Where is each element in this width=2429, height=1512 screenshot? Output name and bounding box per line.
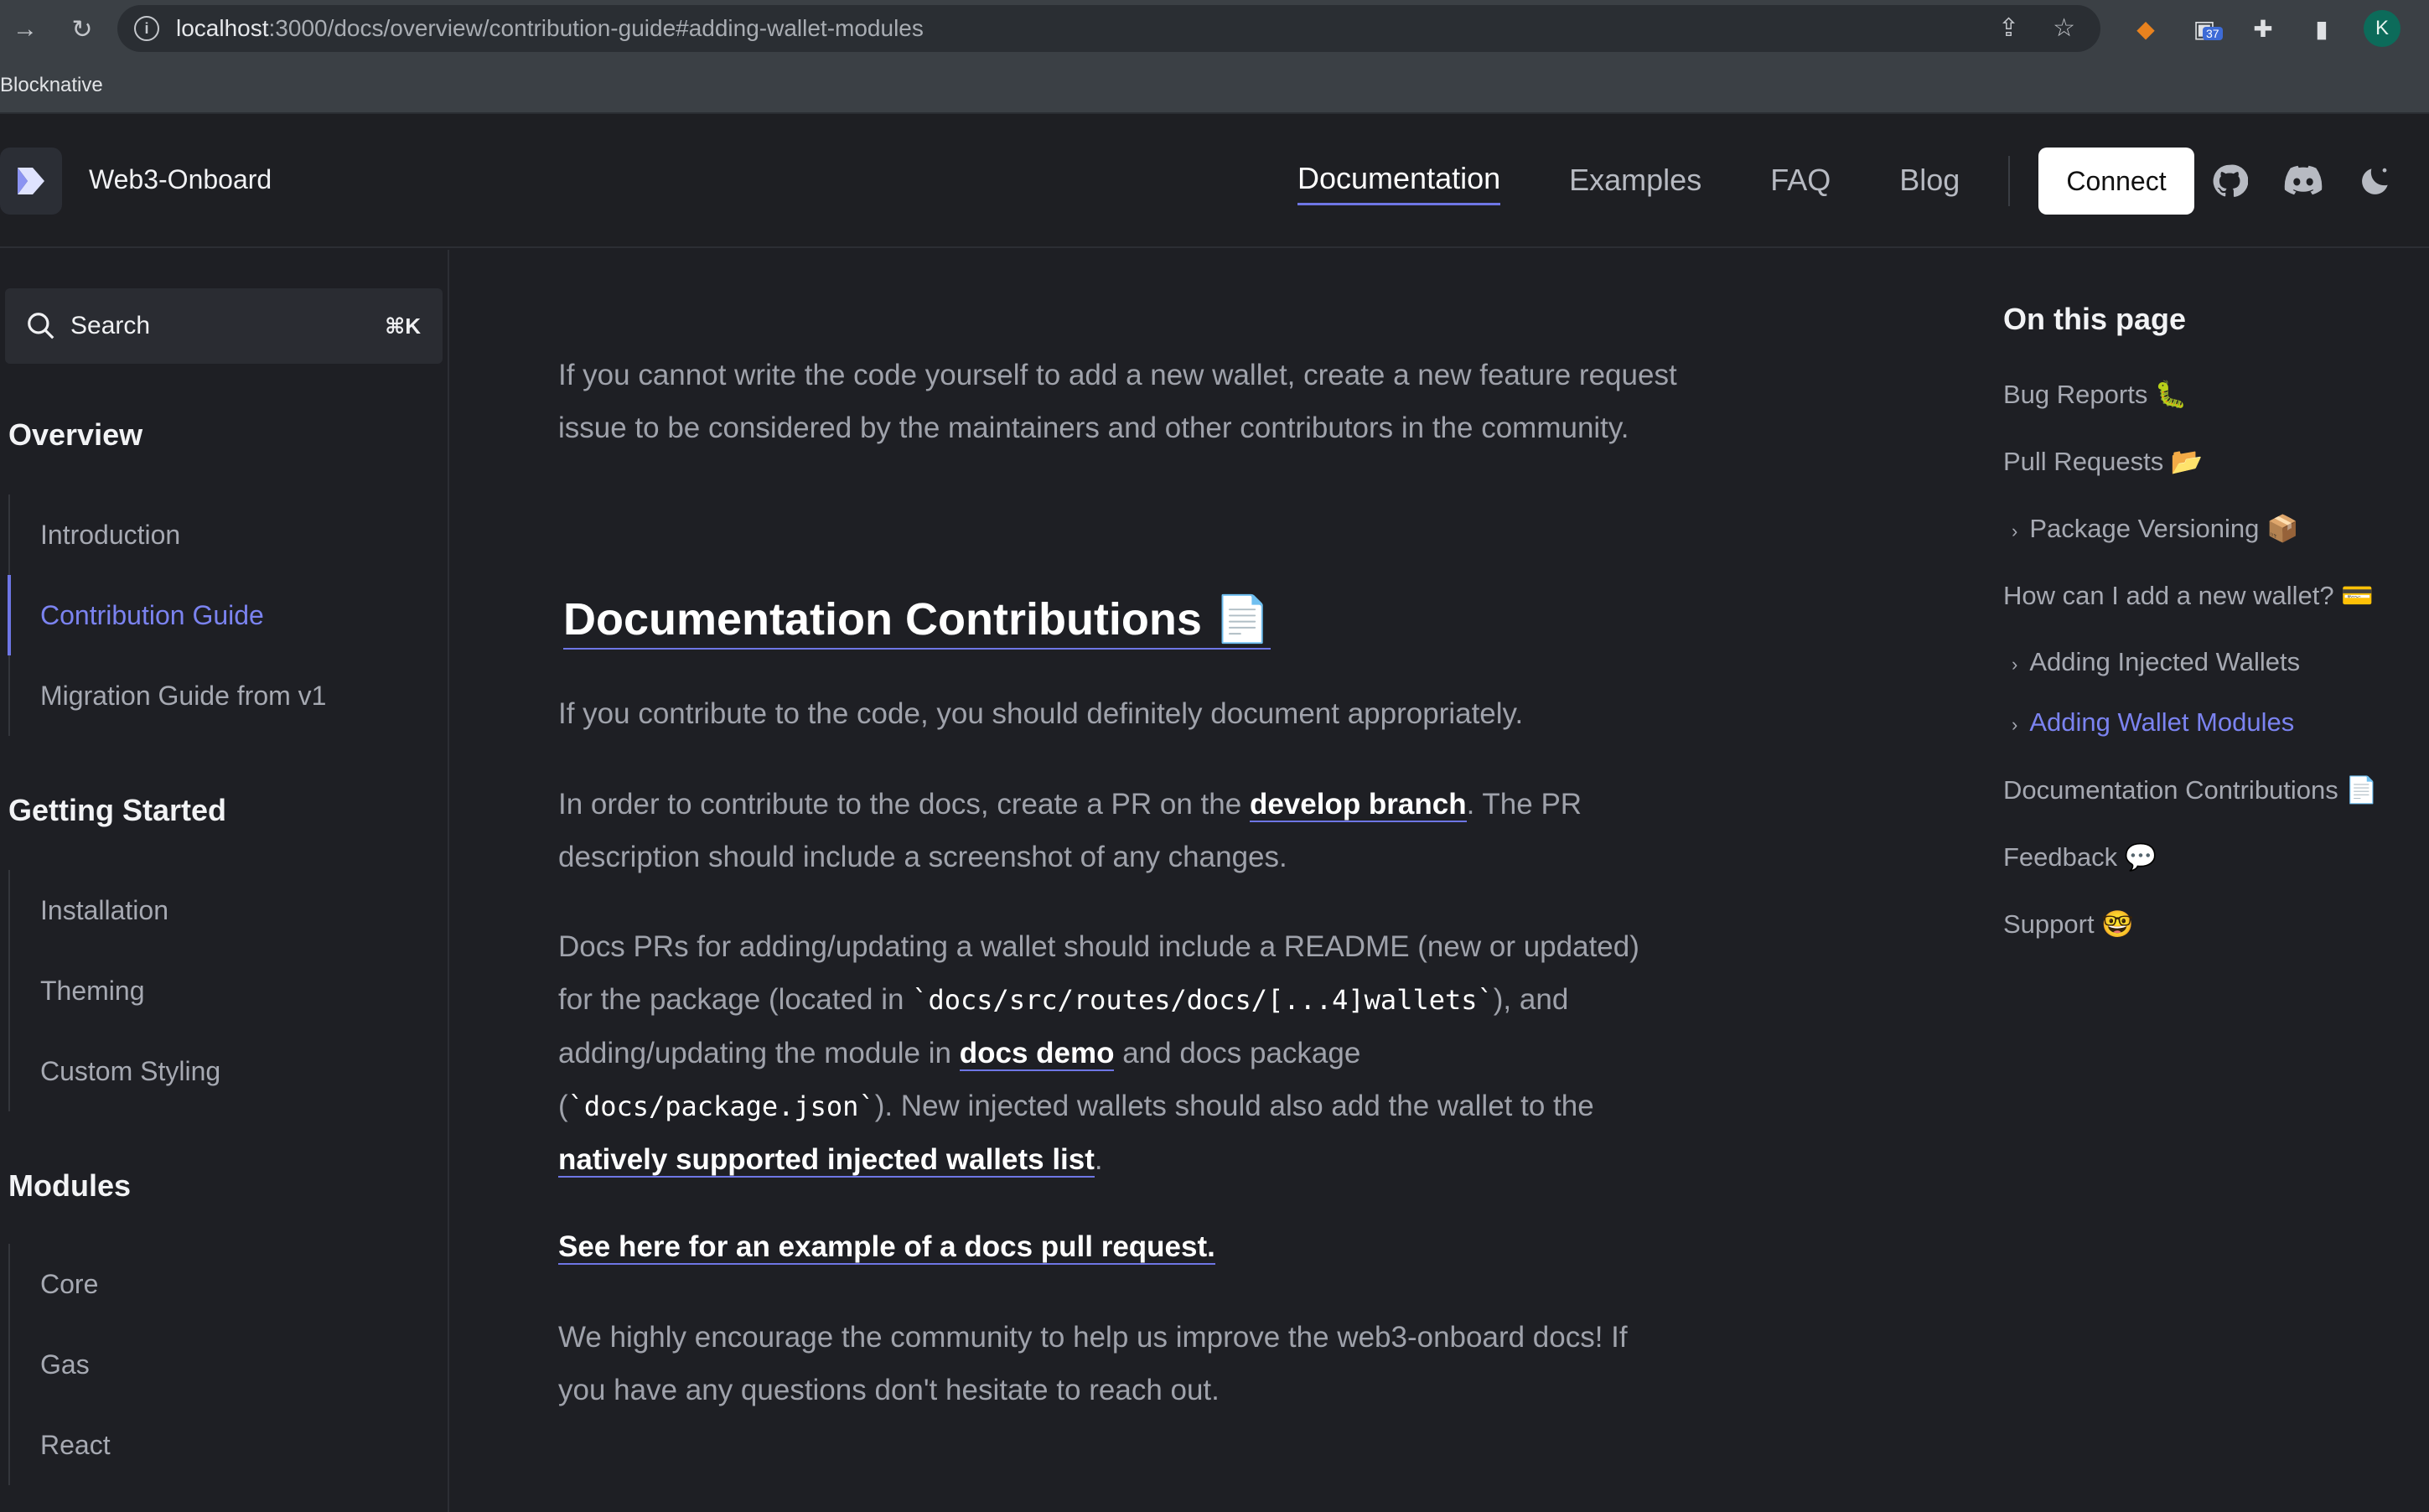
toc-item-pull-requests[interactable]: Pull Requests 📂 [2003, 446, 2203, 477]
sidebar-item-introduction[interactable]: Introduction [10, 495, 326, 575]
example-docs-pr-link[interactable]: See here for an example of a docs pull r… [558, 1230, 1215, 1265]
search-button[interactable]: Search ⌘K [5, 288, 443, 364]
toc-item-label: Package Versioning 📦 [2029, 514, 2299, 543]
site-info-icon[interactable]: i [134, 16, 159, 41]
table-of-contents: On this page Bug Reports 🐛 Pull Requests… [2003, 302, 2414, 939]
bookmark-blocknative[interactable]: Blocknative [0, 74, 103, 97]
url-host: localhost [176, 15, 269, 41]
main-nav: Documentation Examples FAQ Blog [1297, 161, 1960, 205]
chevron-right-icon: › [2012, 520, 2018, 541]
url-path: :3000/docs/overview/contribution-guide#a… [268, 15, 924, 41]
section-getting-started-title: Getting Started [8, 793, 227, 827]
nav-divider [2008, 156, 2010, 206]
share-icon[interactable]: ⇪ [1998, 13, 2019, 43]
chevron-right-icon: › [2012, 714, 2018, 735]
sidebar-item-contribution-guide[interactable]: Contribution Guide [8, 575, 326, 655]
extension-icon[interactable]: ▣37 [2188, 12, 2223, 45]
toc-item-feedback[interactable]: Feedback 💬 [2003, 841, 2157, 873]
puzzle-extensions-icon[interactable]: ✚ [2246, 12, 2280, 45]
sidebar-item-react[interactable]: React [10, 1405, 111, 1485]
nav-documentation[interactable]: Documentation [1297, 161, 1501, 205]
chevron-right-icon: › [2012, 654, 2018, 675]
toc-item-support[interactable]: Support 🤓 [2003, 909, 2134, 940]
paragraph-docs-prs: Docs PRs for adding/updating a wallet sh… [558, 920, 1681, 1186]
sidebar-item-custom-styling[interactable]: Custom Styling [10, 1031, 220, 1111]
toc-item-package-versioning[interactable]: › Package Versioning 📦 [2012, 513, 2299, 544]
bookmarks-bar: Blocknative [0, 59, 2429, 114]
paragraph-new-wallet-request: If you cannot write the code yourself to… [558, 359, 1677, 444]
toc-item-adding-wallet-modules[interactable]: › Adding Wallet Modules [2012, 707, 2294, 738]
nav-faq[interactable]: FAQ [1770, 163, 1831, 205]
toc-item-add-new-wallet[interactable]: How can I add a new wallet? 💳 [2003, 580, 2374, 611]
docs-wallets-path-code: `docs/src/routes/docs/[...4]wallets` [912, 984, 1494, 1016]
section-modules-title: Modules [8, 1168, 132, 1203]
forward-icon[interactable]: → [8, 13, 42, 46]
bookmark-star-icon[interactable]: ☆ [2053, 13, 2075, 43]
p4-text-d: ). New injected wallets should also add … [874, 1090, 1594, 1122]
nav-blog[interactable]: Blog [1899, 163, 1960, 205]
injected-wallets-list-link[interactable]: natively supported injected wallets list [558, 1143, 1095, 1178]
toc-title: On this page [2003, 302, 2187, 336]
metamask-extension-icon[interactable]: ◆ [2129, 12, 2162, 45]
paragraph-encourage-community: We highly encourage the community to hel… [558, 1321, 1628, 1406]
toc-item-bug-reports[interactable]: Bug Reports 🐛 [2003, 379, 2188, 410]
toc-item-label: Adding Wallet Modules [2029, 707, 2295, 737]
sidebar-item-migration-guide[interactable]: Migration Guide from v1 [10, 655, 326, 736]
sidebar-item-theming[interactable]: Theming [10, 950, 220, 1031]
paragraph-develop-branch: In order to contribute to the docs, crea… [558, 778, 1681, 883]
toc-item-label: Adding Injected Wallets [2029, 647, 2301, 676]
sidebar: Search ⌘K Overview Introduction Contribu… [0, 250, 449, 1512]
toc-item-adding-injected-wallets[interactable]: › Adding Injected Wallets [2012, 647, 2300, 677]
section-overview-list: Introduction Contribution Guide Migratio… [8, 495, 326, 736]
discord-icon[interactable] [2283, 161, 2323, 201]
connect-button[interactable]: Connect [2038, 148, 2194, 215]
develop-branch-link[interactable]: develop branch [1249, 788, 1467, 822]
heading-documentation-contributions[interactable]: Documentation Contributions 📄 [563, 593, 1271, 650]
site-header: Web3-Onboard Documentation Examples FAQ … [0, 114, 2429, 248]
docs-demo-link[interactable]: docs demo [959, 1037, 1115, 1071]
reload-icon[interactable]: ↻ [65, 13, 99, 46]
sidebar-item-core[interactable]: Core [10, 1244, 111, 1324]
browser-toolbar: → ↻ i localhost:3000/docs/overview/contr… [0, 0, 2429, 59]
p3-text-pre: In order to contribute to the docs, crea… [558, 788, 1250, 821]
search-label: Search [70, 312, 151, 339]
search-icon [28, 313, 54, 339]
paragraph-example-pr: See here for an example of a docs pull r… [558, 1220, 1681, 1273]
github-icon[interactable] [2209, 161, 2250, 201]
sidebar-item-gas[interactable]: Gas [10, 1324, 111, 1405]
section-getting-started-list: Installation Theming Custom Styling [8, 870, 220, 1111]
search-shortcut: ⌘K [385, 313, 421, 339]
brand-name[interactable]: Web3-Onboard [89, 164, 272, 195]
theme-toggle-icon[interactable] [2355, 161, 2395, 201]
logo-icon [18, 168, 44, 194]
nav-examples[interactable]: Examples [1569, 163, 1701, 205]
url-text: localhost:3000/docs/overview/contributio… [176, 15, 924, 42]
side-panel-icon[interactable]: ▮ [2305, 12, 2338, 45]
section-modules-list: Core Gas React [8, 1244, 111, 1485]
web3-onboard-logo[interactable] [0, 148, 62, 215]
section-overview-title: Overview [8, 417, 143, 452]
docs-package-json-code: `docs/package.json` [567, 1090, 875, 1122]
toc-item-documentation-contributions[interactable]: Documentation Contributions 📄 [2003, 774, 2378, 805]
extension-badge: 37 [2203, 27, 2223, 40]
profile-avatar[interactable]: K [2364, 10, 2401, 47]
paragraph-document-code: If you contribute to the code, you shoul… [558, 697, 1524, 730]
address-bar[interactable]: i localhost:3000/docs/overview/contribut… [117, 5, 2100, 52]
p4-text-e: . [1094, 1143, 1103, 1176]
sidebar-item-installation[interactable]: Installation [10, 870, 220, 950]
